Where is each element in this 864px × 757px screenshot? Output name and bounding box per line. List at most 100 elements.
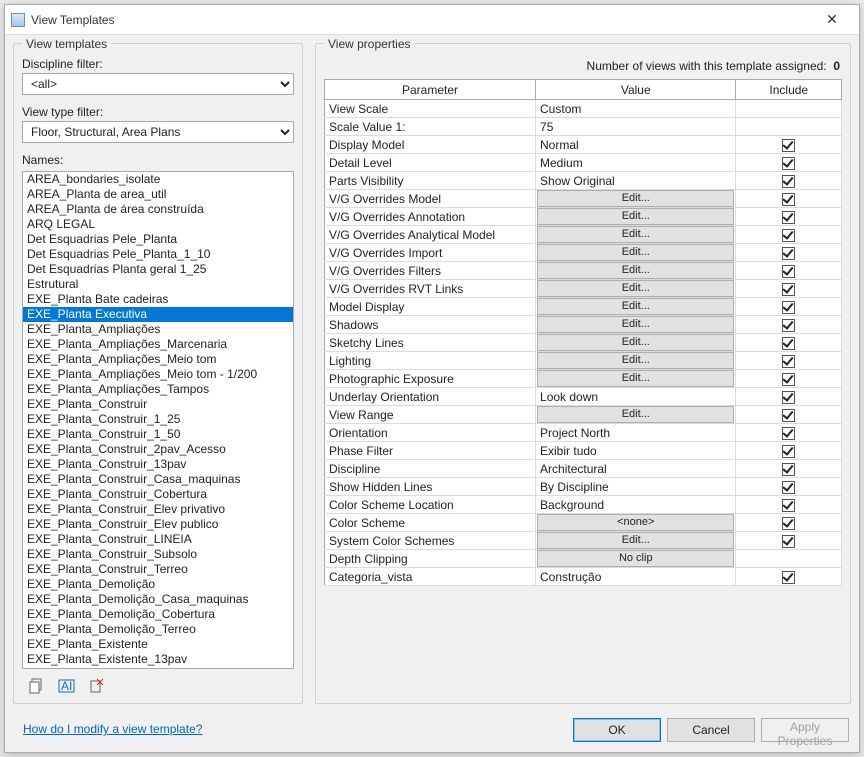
list-item[interactable]: EXE_Planta_Existente_13pav (23, 652, 293, 667)
include-checkbox[interactable] (782, 193, 795, 206)
include-checkbox[interactable] (782, 391, 795, 404)
value-cell[interactable]: Edit... (536, 280, 736, 298)
list-item[interactable]: EXE_Planta_Construir_Elev publico (23, 517, 293, 532)
properties-grid[interactable]: Parameter Value Include View ScaleCustom… (324, 79, 842, 586)
list-item[interactable]: EXE_Planta_Construir_2pav_Acesso (23, 442, 293, 457)
include-checkbox[interactable] (782, 355, 795, 368)
value-edit-button[interactable]: Edit... (537, 532, 734, 549)
value-edit-button[interactable]: Edit... (537, 262, 734, 279)
list-item[interactable]: AREA_Planta de área construída (23, 202, 293, 217)
value-cell[interactable]: <none> (536, 514, 736, 532)
value-edit-button[interactable]: Edit... (537, 244, 734, 261)
value-cell[interactable]: Custom (536, 100, 736, 118)
value-cell[interactable]: Edit... (536, 208, 736, 226)
duplicate-template-icon[interactable] (28, 677, 46, 695)
value-edit-button[interactable]: Edit... (537, 406, 734, 423)
list-item[interactable]: EXE_Planta_Existente (23, 637, 293, 652)
include-checkbox[interactable] (782, 265, 795, 278)
ok-button[interactable]: OK (573, 718, 661, 742)
include-checkbox[interactable] (782, 337, 795, 350)
list-item[interactable]: EXE_Planta_Ampliações_Marcenaria (23, 337, 293, 352)
col-header-value[interactable]: Value (536, 80, 736, 100)
list-item[interactable]: EXE_Planta_Construir (23, 397, 293, 412)
help-link[interactable]: How do I modify a view template? (15, 722, 210, 738)
rename-template-icon[interactable]: AI (58, 677, 76, 695)
value-cell[interactable]: Architectural (536, 460, 736, 478)
include-checkbox[interactable] (782, 571, 795, 584)
list-item[interactable]: AREA_Planta de area_util (23, 187, 293, 202)
value-cell[interactable]: Medium (536, 154, 736, 172)
list-item[interactable]: EXE_Planta_Construir_Terreo (23, 562, 293, 577)
value-cell[interactable]: Edit... (536, 352, 736, 370)
include-checkbox[interactable] (782, 463, 795, 476)
list-item[interactable]: EXE_Planta_Construir_Subsolo (23, 547, 293, 562)
list-item[interactable]: ARQ LEGAL (23, 217, 293, 232)
list-item[interactable]: EXE_Planta_Construir_Casa_maquinas (23, 472, 293, 487)
include-checkbox[interactable] (782, 283, 795, 296)
list-item[interactable]: Det Esquadrias Pele_Planta (23, 232, 293, 247)
value-cell[interactable]: Edit... (536, 262, 736, 280)
list-item[interactable]: EXE_Planta_Construir_13pav (23, 457, 293, 472)
cancel-button[interactable]: Cancel (667, 718, 755, 742)
names-listbox[interactable]: AREA_bondaries_isolateAREA_Planta de are… (22, 171, 294, 669)
value-edit-button[interactable]: Edit... (537, 190, 734, 207)
include-checkbox[interactable] (782, 499, 795, 512)
list-item[interactable]: EXE_Planta_Construir_1_25 (23, 412, 293, 427)
discipline-filter-combo[interactable]: <all> (22, 73, 294, 95)
value-edit-button[interactable]: Edit... (537, 226, 734, 243)
value-cell[interactable]: Edit... (536, 370, 736, 388)
include-checkbox[interactable] (782, 445, 795, 458)
list-item[interactable]: Det Esquadrias Pele_Planta_1_10 (23, 247, 293, 262)
value-edit-button[interactable]: No clip (537, 550, 734, 567)
list-item[interactable]: EXE_Planta_Construir_LINEIA (23, 532, 293, 547)
list-item[interactable]: EXE_Planta_Ampliações_Tampos (23, 382, 293, 397)
value-edit-button[interactable]: Edit... (537, 208, 734, 225)
value-cell[interactable]: Look down (536, 388, 736, 406)
list-item[interactable]: Det Esquadrias Planta geral 1_25 (23, 262, 293, 277)
list-item[interactable]: EXE_Planta_Demolição_Terreo (23, 622, 293, 637)
value-cell[interactable]: No clip (536, 550, 736, 568)
list-item[interactable]: EXE_Planta_Demolição (23, 577, 293, 592)
value-edit-button[interactable]: Edit... (537, 316, 734, 333)
include-checkbox[interactable] (782, 535, 795, 548)
delete-template-icon[interactable] (88, 677, 106, 695)
list-item[interactable]: EXE_Planta Bate cadeiras (23, 292, 293, 307)
list-item[interactable]: EXE_Planta_Ampliações_Meio tom (23, 352, 293, 367)
list-item[interactable]: EXE_Planta_Construir_Cobertura (23, 487, 293, 502)
include-checkbox[interactable] (782, 373, 795, 386)
list-item[interactable]: EXE_Planta_Demolição_Casa_maquinas (23, 592, 293, 607)
include-checkbox[interactable] (782, 427, 795, 440)
value-cell[interactable]: Show Original (536, 172, 736, 190)
list-item[interactable]: AREA_bondaries_isolate (23, 172, 293, 187)
value-cell[interactable]: Construção (536, 568, 736, 586)
include-checkbox[interactable] (782, 319, 795, 332)
value-cell[interactable]: Edit... (536, 316, 736, 334)
col-header-include[interactable]: Include (736, 80, 842, 100)
value-cell[interactable]: Edit... (536, 334, 736, 352)
include-checkbox[interactable] (782, 175, 795, 188)
include-checkbox[interactable] (782, 139, 795, 152)
list-item[interactable]: EXE_Planta_Existente_Cobertura (23, 667, 293, 669)
value-cell[interactable]: Project North (536, 424, 736, 442)
apply-properties-button[interactable]: Apply Properties (761, 718, 849, 742)
include-checkbox[interactable] (782, 229, 795, 242)
list-item[interactable]: EXE_Planta_Construir_1_50 (23, 427, 293, 442)
view-type-filter-combo[interactable]: Floor, Structural, Area Plans (22, 121, 294, 143)
list-item[interactable]: EXE_Planta Executiva (23, 307, 293, 322)
include-checkbox[interactable] (782, 157, 795, 170)
value-edit-button[interactable]: Edit... (537, 334, 734, 351)
value-cell[interactable]: Edit... (536, 298, 736, 316)
value-cell[interactable]: Edit... (536, 226, 736, 244)
include-checkbox[interactable] (782, 247, 795, 260)
value-cell[interactable]: 75 (536, 118, 736, 136)
include-checkbox[interactable] (782, 301, 795, 314)
value-edit-button[interactable]: Edit... (537, 370, 734, 387)
value-edit-button[interactable]: Edit... (537, 298, 734, 315)
list-item[interactable]: EXE_Planta_Construir_Elev privativo (23, 502, 293, 517)
value-cell[interactable]: Edit... (536, 406, 736, 424)
include-checkbox[interactable] (782, 409, 795, 422)
value-edit-button[interactable]: <none> (537, 514, 734, 531)
value-cell[interactable]: Background (536, 496, 736, 514)
value-cell[interactable]: Edit... (536, 190, 736, 208)
value-edit-button[interactable]: Edit... (537, 280, 734, 297)
